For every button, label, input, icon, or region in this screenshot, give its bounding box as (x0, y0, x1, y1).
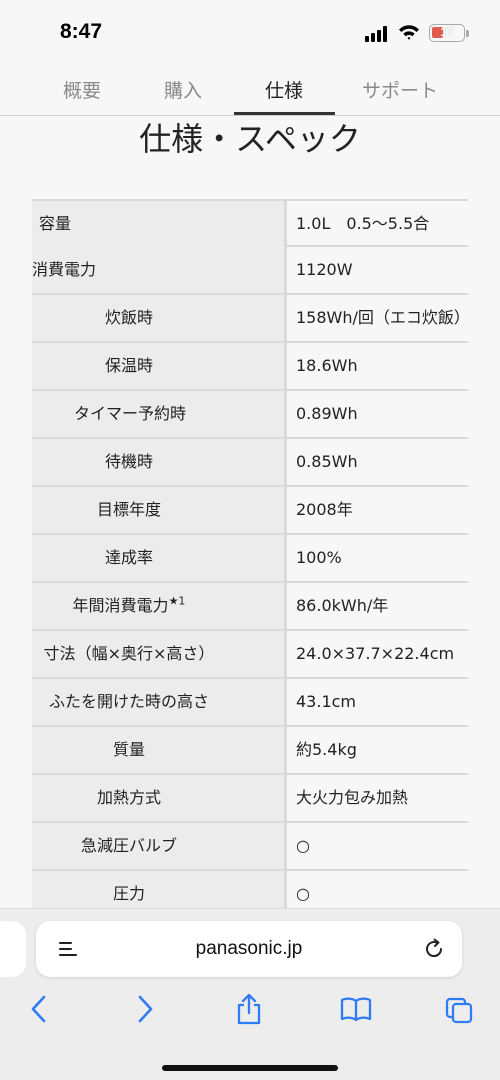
spec-value: 24.0×37.7×22.4cm (296, 644, 455, 663)
table-row: 年間消費電力★1 86.0kWh/年 (32, 583, 468, 631)
status-bar: 8:47 17 (0, 0, 500, 62)
table-row: 質量 約5.4kg (32, 727, 468, 775)
spec-label: 加熱方式 (96, 788, 161, 807)
spec-label: 炊飯時 (104, 308, 153, 327)
wifi-icon (399, 25, 419, 40)
table-row: 保温時 18.6Wh (32, 343, 468, 391)
battery-level: 17 (440, 25, 454, 39)
previous-tab-card[interactable] (0, 921, 26, 977)
spec-table: 容量 1.0L 0.5〜5.5合 消費電力 1120W 炊飯時 158Wh/回（… (32, 199, 468, 919)
table-row: 急減圧バルブ ○ (32, 823, 468, 871)
status-time: 8:47 (60, 20, 103, 43)
table-row: 寸法（幅×奥行×高さ） 24.0×37.7×22.4cm (32, 631, 468, 679)
battery-icon: 17 (429, 24, 465, 42)
tab-specs[interactable]: 仕様 (262, 76, 306, 103)
spec-label: 年間消費電力 (72, 596, 169, 615)
forward-icon[interactable] (130, 993, 160, 1025)
spec-label: ふたを開けた時の高さ (48, 692, 209, 711)
browser-toolbar: panasonic.jp (0, 908, 500, 1080)
table-row: ふたを開けた時の高さ 43.1cm (32, 679, 468, 727)
tab-overview[interactable]: 概要 (60, 76, 104, 103)
spec-value: 100% (296, 548, 342, 567)
spec-value: 大火力包み加熱 (296, 788, 409, 807)
spec-value: 86.0kWh/年 (296, 596, 389, 615)
reload-icon[interactable] (422, 937, 446, 961)
spec-label: タイマー予約時 (73, 404, 186, 423)
footnote-marker: ★1 (168, 594, 186, 608)
tab-purchase[interactable]: 購入 (161, 76, 205, 103)
section-tabs: 概要 購入 仕様 サポート (0, 62, 500, 116)
table-row: 待機時 0.85Wh (32, 439, 468, 487)
url-text: panasonic.jp (195, 938, 303, 959)
spec-value: 0.85Wh (296, 452, 358, 471)
table-row: 消費電力 1120W (32, 247, 468, 295)
spec-label: 容量 (38, 214, 71, 233)
spec-value: 1.0L 0.5〜5.5合 (296, 214, 430, 233)
spec-label: 消費電力 (32, 260, 96, 279)
spec-value: 158Wh/回（エコ炊飯） (296, 308, 468, 327)
spec-value: 1120W (296, 260, 353, 279)
table-row: タイマー予約時 0.89Wh (32, 391, 468, 439)
spec-label: 目標年度 (96, 500, 161, 519)
back-icon[interactable] (24, 993, 54, 1025)
tab-support[interactable]: サポート (355, 76, 445, 103)
table-row: 目標年度 2008年 (32, 487, 468, 535)
address-bar[interactable]: panasonic.jp (36, 921, 462, 977)
battery-tip (466, 30, 469, 37)
spec-label: 急減圧バルブ (80, 836, 177, 855)
spec-label: 達成率 (104, 548, 153, 567)
spec-label: 寸法（幅×奥行×高さ） (43, 644, 215, 663)
bookmarks-icon[interactable] (340, 993, 372, 1025)
spec-value: 2008年 (296, 500, 353, 519)
spec-label: 質量 (112, 740, 145, 759)
spec-label: 待機時 (104, 452, 153, 471)
table-row: 加熱方式 大火力包み加熱 (32, 775, 468, 823)
spec-value: 0.89Wh (296, 404, 358, 423)
cellular-signal-icon (365, 26, 391, 42)
table-row: 炊飯時 158Wh/回（エコ炊飯） (32, 295, 468, 343)
spec-value: 43.1cm (296, 692, 357, 711)
spec-value: 18.6Wh (296, 356, 358, 375)
table-row: 容量 1.0L 0.5〜5.5合 (32, 199, 468, 247)
tabs-icon[interactable] (444, 993, 474, 1025)
spec-value: 約5.4kg (296, 740, 357, 759)
table-row: 達成率 100% (32, 535, 468, 583)
spec-label: 保温時 (104, 356, 153, 375)
spec-value: ○ (296, 836, 310, 855)
share-icon[interactable] (234, 993, 264, 1025)
page-title: 仕様・スペック (139, 120, 361, 158)
home-indicator (162, 1065, 338, 1071)
